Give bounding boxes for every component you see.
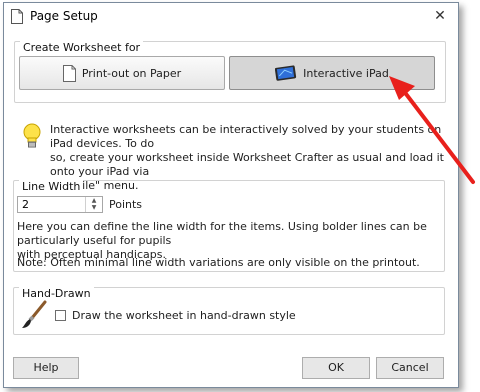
description-line: Here you can define the line width for t… [17, 220, 427, 247]
hand-drawn-label: Hand-Drawn [19, 287, 94, 300]
line-width-spinbox[interactable]: ▲ ▼ [17, 196, 103, 213]
page-icon [11, 9, 23, 24]
hand-drawn-checkbox[interactable] [55, 310, 66, 321]
spin-up-icon[interactable]: ▲ [86, 197, 102, 204]
interactive-ipad-label: Interactive iPad [303, 66, 389, 80]
points-unit-label: Points [109, 198, 143, 211]
ipad-icon [275, 65, 297, 81]
create-worksheet-label: Create Worksheet for [20, 41, 144, 54]
line-width-note: Note: Often minimal line width variation… [17, 256, 420, 269]
annotation-arrow [389, 76, 475, 184]
close-button[interactable]: ✕ [428, 6, 452, 26]
lightbulb-icon [23, 123, 41, 148]
spin-down-icon[interactable]: ▼ [86, 204, 102, 211]
title-bar: Page Setup ✕ [4, 3, 458, 31]
spin-arrows[interactable]: ▲ ▼ [85, 197, 102, 212]
page-icon [62, 64, 76, 82]
paintbrush-icon [22, 300, 47, 328]
line-width-label: Line Width [19, 180, 84, 193]
print-out-on-paper-button[interactable]: Print-out on Paper [19, 56, 225, 90]
line-width-input[interactable] [18, 197, 88, 212]
cancel-button[interactable]: Cancel [376, 357, 444, 379]
print-out-on-paper-label: Print-out on Paper [81, 66, 182, 80]
hand-drawn-checkbox-label[interactable]: Draw the worksheet in hand-drawn style [72, 309, 296, 322]
ok-button[interactable]: OK [302, 357, 370, 379]
help-button[interactable]: Help [13, 357, 79, 379]
window-title: Page Setup [30, 9, 98, 23]
